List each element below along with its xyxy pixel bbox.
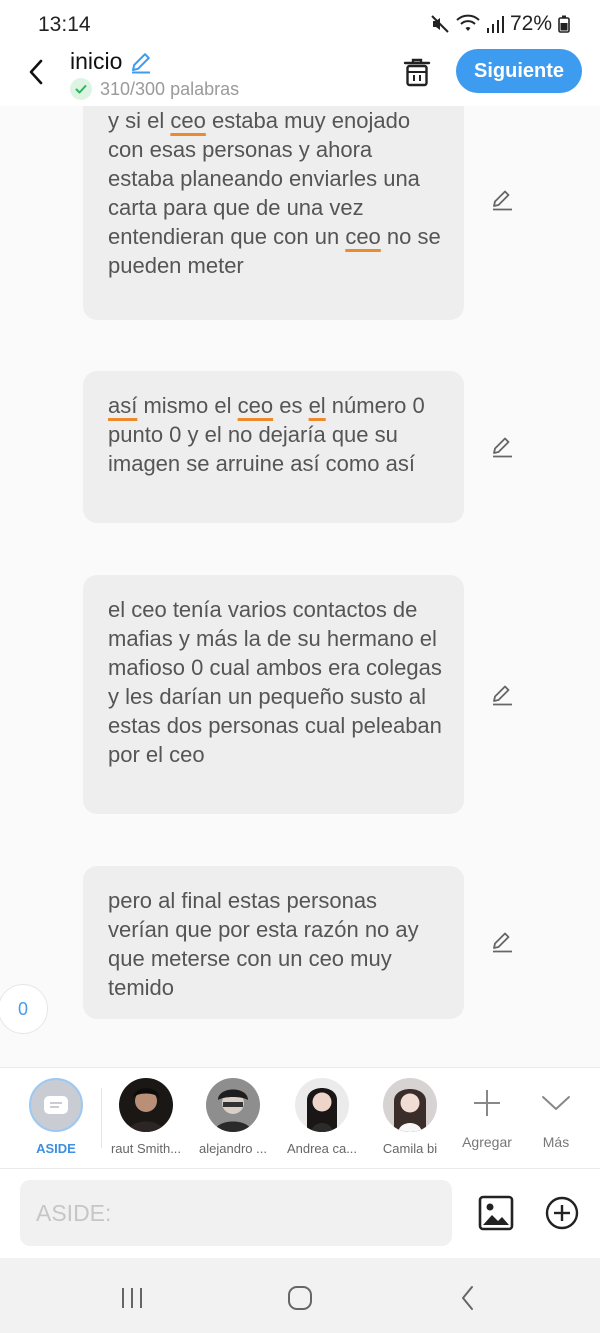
message-text: es [273, 393, 309, 418]
edit-message-button[interactable] [488, 681, 516, 709]
message-text: pero al final estas personas verían que … [108, 888, 419, 1000]
pencil-icon[interactable] [128, 49, 154, 75]
character-name: alejandro ... [199, 1141, 267, 1156]
message-text: el ceo tenía varios contactos de mafias … [108, 597, 442, 767]
signal-icon [486, 16, 504, 33]
system-back-button[interactable] [448, 1278, 488, 1318]
character-item[interactable]: Camila bi [365, 1078, 455, 1156]
pencil-icon [493, 932, 512, 953]
plus-icon [458, 1080, 516, 1126]
recent-apps-button[interactable] [112, 1278, 152, 1318]
character-aside[interactable]: ASIDE [11, 1078, 101, 1156]
insert-image-button[interactable] [476, 1193, 516, 1233]
story-title[interactable]: inicio [70, 48, 154, 75]
aside-avatar [29, 1078, 83, 1132]
word-count-text: 310/300 palabras [100, 78, 240, 99]
next-button[interactable]: Siguiente [456, 49, 582, 93]
character-item[interactable]: raut Smith... [101, 1078, 191, 1156]
pencil-icon [493, 190, 512, 211]
message-bubble[interactable]: así mismo el ceo es el número 0 punto 0 … [83, 371, 464, 523]
home-icon [288, 1286, 312, 1310]
character-name: raut Smith... [110, 1141, 182, 1156]
add-button[interactable] [542, 1193, 582, 1233]
recent-apps-icon [122, 1288, 142, 1308]
battery-level: 72% [509, 12, 552, 35]
flagged-word[interactable]: el [309, 393, 326, 418]
editor-header: inicio 310/300 palabras Siguiente [0, 48, 600, 106]
pencil-icon [493, 685, 512, 706]
status-icons: 72% [430, 12, 570, 36]
pencil-icon [493, 437, 512, 458]
character-item[interactable]: alejandro ... [188, 1078, 278, 1156]
system-nav-bar [0, 1258, 600, 1333]
flagged-word[interactable]: ceo [170, 108, 205, 133]
avatar [206, 1078, 260, 1132]
character-name: Camila bi [382, 1141, 438, 1156]
word-counter-badge[interactable]: 0 [0, 984, 48, 1034]
status-bar: 13:14 72% [0, 0, 600, 48]
message-bubble[interactable]: y si el ceo estaba muy enojado con esas … [83, 106, 464, 320]
avatar [119, 1078, 173, 1132]
add-character-button[interactable]: Agregar [458, 1080, 516, 1150]
avatar [295, 1078, 349, 1132]
mute-icon [431, 15, 449, 33]
add-character-label: Agregar [462, 1134, 512, 1150]
message-text: mismo el [137, 393, 238, 418]
back-button[interactable] [18, 52, 54, 92]
chevron-down-icon [534, 1080, 578, 1126]
delete-button[interactable] [398, 52, 436, 92]
message-text: y si el [108, 108, 171, 133]
flagged-word[interactable]: ceo [345, 224, 380, 249]
message-input[interactable] [20, 1180, 452, 1246]
check-icon [70, 78, 92, 100]
edit-message-button[interactable] [488, 928, 516, 956]
message-bubble[interactable]: el ceo tenía varios contactos de mafias … [83, 575, 464, 814]
edit-message-button[interactable] [488, 433, 516, 461]
character-name: ASIDE [36, 1141, 76, 1156]
plus-circle-icon [545, 1196, 579, 1230]
home-button[interactable] [280, 1278, 320, 1318]
chevron-left-icon [462, 1286, 473, 1310]
message-bubble[interactable]: pero al final estas personas verían que … [83, 866, 464, 1019]
message-icon [44, 1096, 68, 1114]
image-icon [478, 1195, 514, 1231]
status-time: 13:14 [38, 13, 91, 36]
word-count: 310/300 palabras [70, 78, 239, 100]
flagged-word[interactable]: ceo [238, 393, 273, 418]
edit-message-button[interactable] [488, 186, 516, 214]
message-list[interactable]: y si el ceo estaba muy enojado con esas … [0, 106, 600, 1067]
character-item[interactable]: Andrea ca... [277, 1078, 367, 1156]
input-bar [0, 1169, 600, 1258]
battery-icon [558, 15, 570, 33]
trash-icon [403, 58, 431, 87]
story-title-text: inicio [70, 48, 123, 74]
chevron-left-icon [29, 59, 43, 85]
more-button[interactable]: Más [534, 1080, 578, 1150]
wifi-icon [456, 14, 480, 31]
character-name: Andrea ca... [286, 1141, 358, 1156]
flagged-word[interactable]: así [108, 393, 137, 418]
more-label: Más [542, 1134, 570, 1150]
character-bar: ASIDE raut Smith... alejandro ... Andrea… [0, 1067, 600, 1169]
avatar [383, 1078, 437, 1132]
